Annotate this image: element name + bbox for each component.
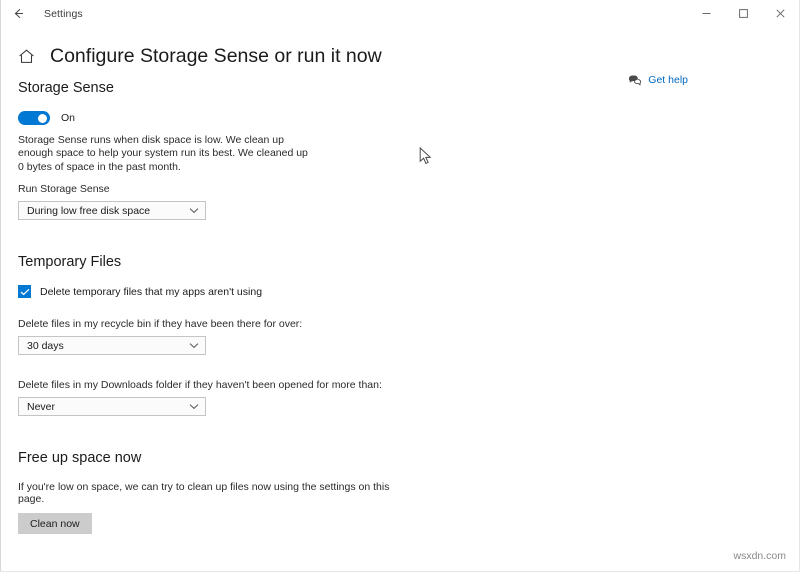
chevron-down-icon	[189, 207, 199, 214]
get-help-link[interactable]: Get help	[628, 74, 688, 86]
chevron-down-icon	[189, 342, 199, 349]
mouse-cursor	[419, 146, 433, 171]
settings-content: Storage Sense On Storage Sense runs when…	[18, 80, 418, 535]
delete-temp-files-checkbox-row[interactable]: Delete temporary files that my apps aren…	[18, 285, 418, 299]
section-title-free-up-space: Free up space now	[18, 450, 142, 467]
title-bar: Settings	[1, 0, 799, 27]
recycle-bin-value: 30 days	[27, 339, 64, 352]
maximize-button[interactable]	[725, 0, 762, 27]
chevron-down-icon	[189, 403, 199, 410]
home-icon[interactable]	[13, 48, 39, 65]
watermark: wsxdn.com	[733, 550, 786, 562]
downloads-folder-value: Never	[27, 400, 56, 413]
help-chat-icon	[628, 74, 642, 86]
delete-temp-files-checkbox[interactable]	[18, 285, 31, 299]
toggle-knob	[38, 113, 47, 123]
window-controls	[688, 0, 799, 27]
run-storage-sense-dropdown[interactable]: During low free disk space	[18, 201, 206, 221]
free-up-space-description: If you're low on space, we can try to cl…	[18, 481, 390, 506]
clean-now-button[interactable]: Clean now	[18, 513, 92, 535]
section-title-temporary-files: Temporary Files	[18, 254, 122, 271]
storage-sense-toggle-row: On	[18, 111, 418, 125]
recycle-bin-label: Delete files in my recycle bin if they h…	[18, 318, 303, 331]
page-header: Configure Storage Sense or run it now	[1, 32, 382, 81]
get-help-label: Get help	[648, 74, 688, 86]
downloads-folder-label: Delete files in my Downloads folder if t…	[18, 379, 382, 392]
app-title: Settings	[44, 7, 83, 20]
storage-sense-description: Storage Sense runs when disk space is lo…	[18, 134, 308, 173]
back-button[interactable]	[1, 0, 35, 27]
run-storage-sense-value: During low free disk space	[27, 204, 151, 217]
delete-temp-files-label: Delete temporary files that my apps aren…	[40, 285, 263, 298]
close-button[interactable]	[762, 0, 799, 27]
downloads-folder-dropdown[interactable]: Never	[18, 397, 206, 417]
page-title: Configure Storage Sense or run it now	[50, 45, 382, 68]
run-storage-sense-label: Run Storage Sense	[18, 183, 110, 196]
settings-window: Settings Configure Storage Sense or run …	[0, 0, 800, 572]
storage-sense-toggle-label: On	[61, 112, 76, 124]
recycle-bin-dropdown[interactable]: 30 days	[18, 336, 206, 356]
section-title-storage-sense: Storage Sense	[18, 80, 114, 96]
storage-sense-toggle[interactable]	[18, 111, 50, 125]
minimize-button[interactable]	[688, 0, 725, 27]
